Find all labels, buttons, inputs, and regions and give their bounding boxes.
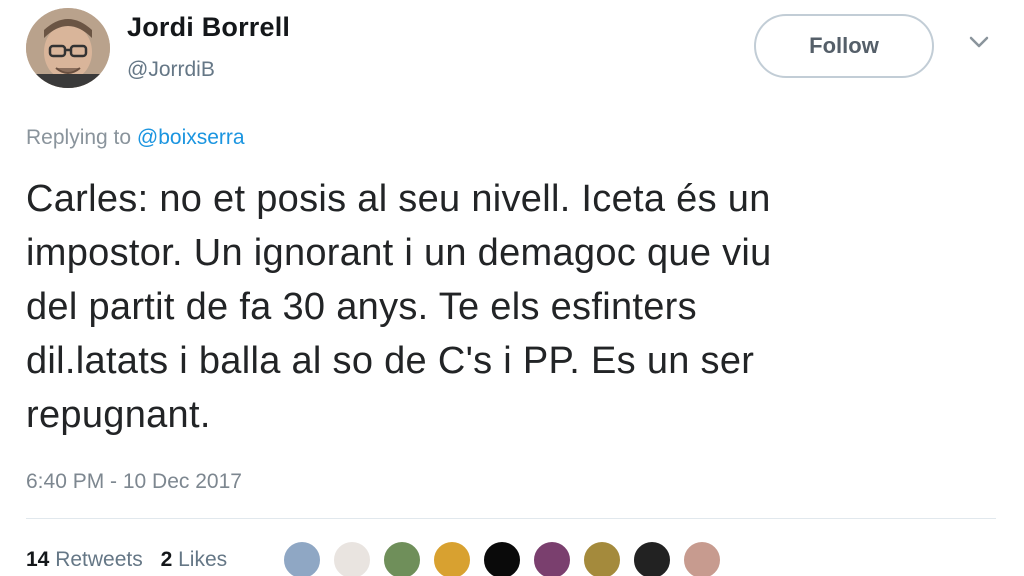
replying-to-label: Replying to: [26, 126, 137, 149]
user-handle[interactable]: @JorrdiB: [127, 58, 215, 82]
liker-avatar[interactable]: [282, 540, 322, 576]
likes-count: 2: [160, 548, 173, 571]
liker-avatar[interactable]: [332, 540, 372, 576]
tweet-timestamp[interactable]: 6:40 PM - 10 Dec 2017: [26, 470, 242, 494]
likes-label: Likes: [178, 548, 228, 571]
liker-avatars: [282, 540, 742, 576]
replying-to: Replying to @boixserra: [26, 126, 245, 150]
tweet-text-line: dil.latats i balla al so de C's i PP. Es…: [26, 340, 755, 382]
tweet-text-line: del partit de fa 30 anys. Te els esfinte…: [26, 286, 697, 328]
likes-stat[interactable]: 2 Likes: [161, 548, 228, 571]
liker-avatar[interactable]: [532, 540, 572, 576]
retweets-count: 14: [26, 548, 50, 571]
divider: [26, 518, 996, 519]
avatar[interactable]: [26, 8, 110, 88]
retweets-label: Retweets: [55, 548, 143, 571]
liker-avatar[interactable]: [382, 540, 422, 576]
tweet-text-line: Carles: no et posis al seu nivell. Iceta…: [26, 178, 771, 220]
liker-avatar[interactable]: [582, 540, 622, 576]
liker-avatar[interactable]: [482, 540, 522, 576]
reply-mention-link[interactable]: @boixserra: [137, 126, 245, 149]
tweet-card: Jordi Borrell @JorrdiB Follow Replying t…: [0, 0, 1024, 576]
liker-avatar[interactable]: [682, 540, 722, 576]
chevron-down-icon[interactable]: [968, 34, 990, 50]
tweet-text-line: impostor. Un ignorant i un demagoc que v…: [26, 232, 772, 274]
liker-avatar[interactable]: [432, 540, 472, 576]
liker-avatar[interactable]: [632, 540, 672, 576]
follow-button[interactable]: Follow: [754, 14, 934, 78]
tweet-text-line: repugnant.: [26, 394, 211, 436]
display-name[interactable]: Jordi Borrell: [127, 12, 290, 43]
avatar-photo: [26, 8, 110, 88]
tweet-stats: 14 Retweets 2 Likes: [26, 548, 239, 572]
tweet-text: Carles: no et posis al seu nivell. Iceta…: [26, 172, 986, 442]
retweets-stat[interactable]: 14 Retweets: [26, 548, 143, 571]
